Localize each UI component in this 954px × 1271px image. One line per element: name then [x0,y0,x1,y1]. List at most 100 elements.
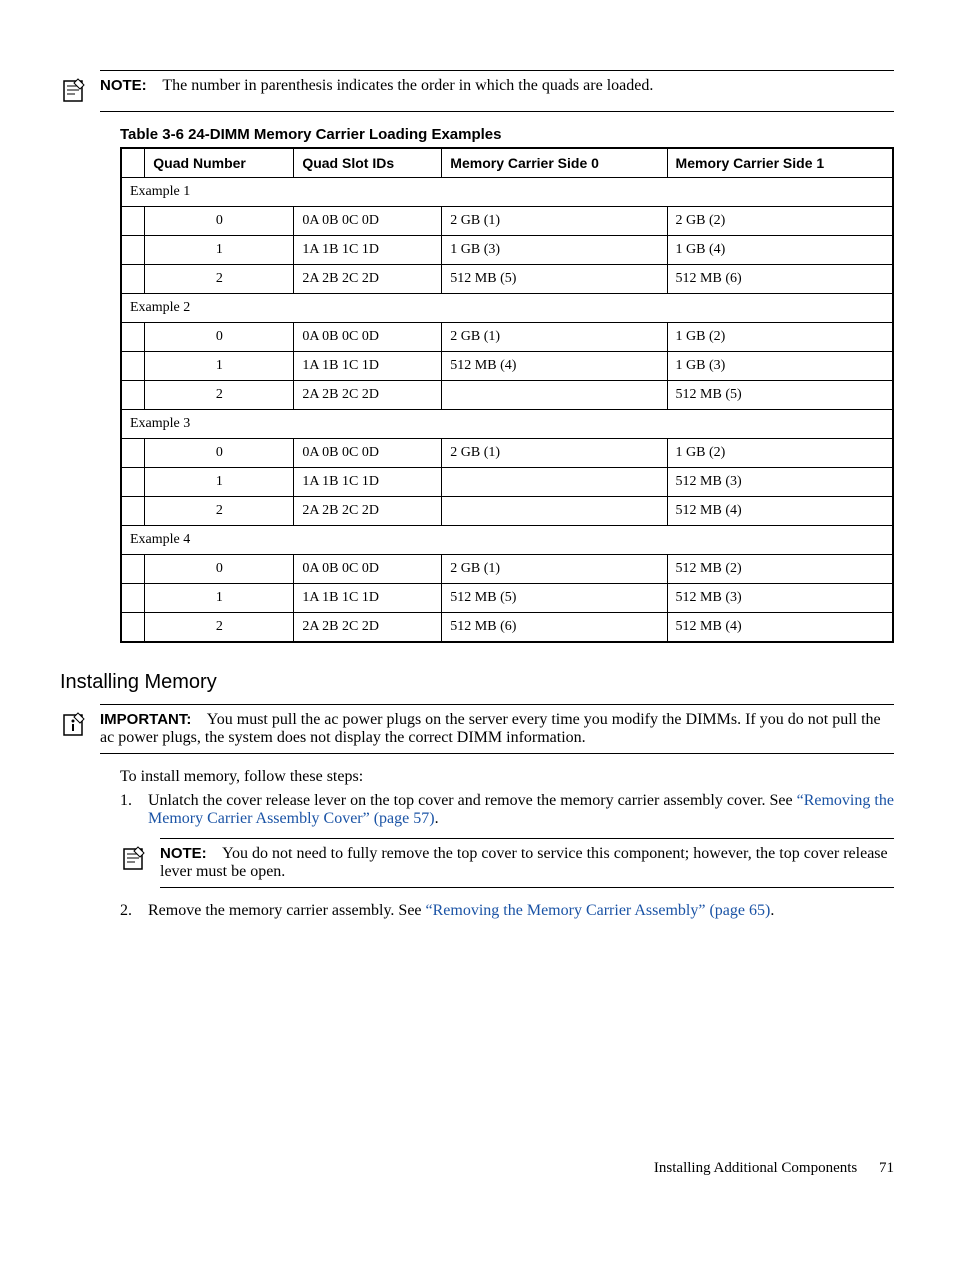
table-cell-side0: 512 MB (6) [442,613,667,643]
step-2: 2. Remove the memory carrier assembly. S… [120,902,894,920]
memory-loading-table: Quad Number Quad Slot IDs Memory Carrier… [120,147,894,643]
important-text: You must pull the ac power plugs on the … [100,711,881,746]
table-cell-blank [121,468,145,497]
table-cell-side0: 512 MB (5) [442,265,667,294]
table-cell-side1: 512 MB (3) [667,584,893,613]
table-cell-slot-ids: 2A 2B 2C 2D [294,265,442,294]
table-cell-side0 [442,381,667,410]
table-cell-side0: 2 GB (1) [442,207,667,236]
table-group-row: Example 4 [121,526,893,555]
section-heading-installing-memory: Installing Memory [60,671,894,694]
table-cell-side0 [442,468,667,497]
note-text: The number in parenthesis indicates the … [162,77,653,94]
table-cell-slot-ids: 0A 0B 0C 0D [294,207,442,236]
table-cell-quad-number: 2 [145,265,294,294]
table-cell-side0: 512 MB (4) [442,352,667,381]
table-cell-blank [121,207,145,236]
table-cell-side1: 512 MB (3) [667,468,893,497]
table-cell-quad-number: 0 [145,555,294,584]
table-row: 22A 2B 2C 2D512 MB (5) [121,381,893,410]
table-cell-side0: 1 GB (3) [442,236,667,265]
important-label: IMPORTANT: [100,711,191,728]
table-row: 00A 0B 0C 0D2 GB (1)2 GB (2) [121,207,893,236]
table-cell-blank [121,352,145,381]
table-cell-slot-ids: 1A 1B 1C 1D [294,236,442,265]
table-cell-side0: 2 GB (1) [442,555,667,584]
note-icon [120,845,160,873]
table-cell-slot-ids: 0A 0B 0C 0D [294,439,442,468]
step-2-text-pre: Remove the memory carrier assembly. See [148,902,426,919]
table-cell-side1: 512 MB (6) [667,265,893,294]
important-icon [60,711,100,739]
table-cell-slot-ids: 2A 2B 2C 2D [294,381,442,410]
table-cell-quad-number: 2 [145,613,294,643]
table-row: 22A 2B 2C 2D512 MB (6)512 MB (4) [121,613,893,643]
note-label: NOTE: [160,845,207,862]
table-cell-blank [121,584,145,613]
step-1-text-pre: Unlatch the cover release lever on the t… [148,792,797,809]
table-cell-quad-number: 1 [145,236,294,265]
table-cell-slot-ids: 0A 0B 0C 0D [294,555,442,584]
table-group-label: Example 1 [121,178,893,207]
table-group-row: Example 2 [121,294,893,323]
table-header-quad-slot-ids: Quad Slot IDs [294,148,442,178]
table-group-label: Example 4 [121,526,893,555]
table-cell-quad-number: 0 [145,207,294,236]
table-cell-side1: 1 GB (4) [667,236,893,265]
table-cell-slot-ids: 0A 0B 0C 0D [294,323,442,352]
note-block-top: NOTE: The number in parenthesis indicate… [100,70,894,112]
table-row: 00A 0B 0C 0D2 GB (1)1 GB (2) [121,323,893,352]
table-group-row: Example 3 [121,410,893,439]
table-caption: Table 3-6 24-DIMM Memory Carrier Loading… [120,126,894,143]
table-cell-side1: 512 MB (4) [667,613,893,643]
table-cell-blank [121,381,145,410]
table-row: 11A 1B 1C 1D1 GB (3)1 GB (4) [121,236,893,265]
table-cell-side0: 2 GB (1) [442,439,667,468]
table-row: 00A 0B 0C 0D2 GB (1)512 MB (2) [121,555,893,584]
table-row: 00A 0B 0C 0D2 GB (1)1 GB (2) [121,439,893,468]
table-row: 11A 1B 1C 1D512 MB (4)1 GB (3) [121,352,893,381]
table-cell-side1: 2 GB (2) [667,207,893,236]
note-label: NOTE: [100,77,147,94]
link-removing-carrier[interactable]: “Removing the Memory Carrier Assembly” (… [426,902,771,919]
step-2-text-post: . [770,902,774,919]
footer-text: Installing Additional Components [654,1160,857,1176]
important-block: IMPORTANT: You must pull the ac power pl… [100,704,894,754]
table-cell-slot-ids: 1A 1B 1C 1D [294,584,442,613]
step-1-number: 1. [120,792,148,828]
table-group-label: Example 2 [121,294,893,323]
table-header-blank [121,148,145,178]
table-cell-side1: 512 MB (2) [667,555,893,584]
table-cell-quad-number: 1 [145,584,294,613]
table-group-label: Example 3 [121,410,893,439]
table-group-row: Example 1 [121,178,893,207]
note-icon [60,77,100,105]
table-cell-slot-ids: 2A 2B 2C 2D [294,497,442,526]
note-text: You do not need to fully remove the top … [160,845,888,880]
table-cell-blank [121,613,145,643]
table-row: 22A 2B 2C 2D512 MB (5)512 MB (6) [121,265,893,294]
step-2-number: 2. [120,902,148,920]
table-header-row: Quad Number Quad Slot IDs Memory Carrier… [121,148,893,178]
table-cell-side1: 1 GB (2) [667,323,893,352]
table-row: 22A 2B 2C 2D512 MB (4) [121,497,893,526]
footer-page-number: 71 [879,1160,894,1176]
table-cell-side1: 1 GB (2) [667,439,893,468]
table-cell-blank [121,323,145,352]
table-cell-blank [121,439,145,468]
step-1-text-post: . [435,810,439,827]
table-cell-blank [121,497,145,526]
table-cell-side1: 1 GB (3) [667,352,893,381]
table-row: 11A 1B 1C 1D512 MB (5)512 MB (3) [121,584,893,613]
note-block-mid: NOTE: You do not need to fully remove th… [160,838,894,888]
table-cell-quad-number: 0 [145,439,294,468]
table-cell-side0: 2 GB (1) [442,323,667,352]
table-cell-quad-number: 0 [145,323,294,352]
table-cell-quad-number: 2 [145,497,294,526]
table-cell-slot-ids: 2A 2B 2C 2D [294,613,442,643]
table-cell-quad-number: 1 [145,468,294,497]
table-cell-side0: 512 MB (5) [442,584,667,613]
table-row: 11A 1B 1C 1D512 MB (3) [121,468,893,497]
intro-text: To install memory, follow these steps: [120,768,894,786]
table-cell-blank [121,236,145,265]
